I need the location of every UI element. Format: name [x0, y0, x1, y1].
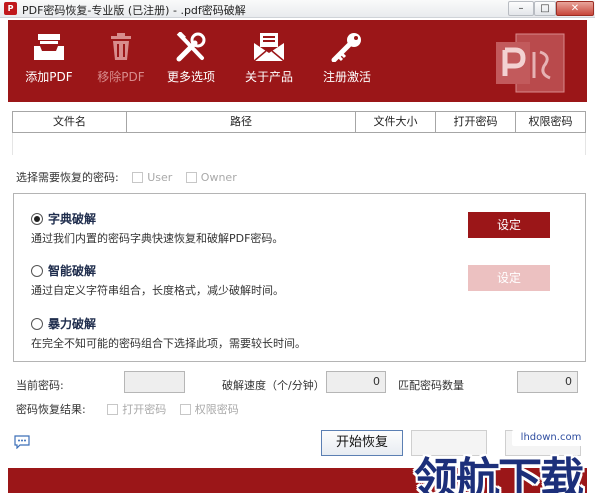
file-table-body[interactable]: [12, 133, 586, 155]
tools-icon: [176, 32, 206, 62]
recover-select-row: 选择需要恢复的密码: User Owner: [16, 169, 237, 185]
owner-checkbox[interactable]: Owner: [185, 171, 237, 184]
watermark: lhdown.com 领航下载: [414, 430, 595, 493]
add-pdf-button[interactable]: 添加PDF: [16, 32, 82, 85]
key-icon: [331, 33, 361, 62]
trash-icon: [111, 33, 131, 60]
owner-checkbox-box[interactable]: [185, 172, 197, 183]
dictionary-settings-button[interactable]: 设定: [468, 212, 550, 238]
current-password-field: [124, 371, 185, 393]
column-header-filename[interactable]: 文件名: [13, 112, 127, 132]
remove-pdf-button[interactable]: 移除PDF: [88, 32, 154, 85]
smart-radio-dot[interactable]: [31, 265, 43, 277]
result-open-password-checkbox[interactable]: 打开密码: [107, 403, 166, 416]
pdf-logo-icon: [496, 33, 565, 93]
column-header-filesize[interactable]: 文件大小: [356, 112, 436, 132]
result-open-label: 打开密码: [122, 403, 167, 416]
start-recovery-button[interactable]: 开始恢复: [321, 430, 403, 456]
smart-settings-button[interactable]: 设定: [468, 265, 550, 291]
file-table-header: 文件名 路径 文件大小 打开密码 权限密码: [12, 111, 586, 133]
watermark-text: 领航下载: [414, 454, 584, 493]
brute-mode-radio[interactable]: 暴力破解: [31, 315, 96, 332]
smart-mode-desc: 通过自定义字符串组合，长度格式，减少破解时间。: [31, 284, 284, 297]
column-header-open-password[interactable]: 打开密码: [436, 112, 516, 132]
more-options-button[interactable]: 更多选项: [158, 32, 224, 85]
brute-mode-title: 暴力破解: [48, 317, 97, 331]
result-perm-label: 权限密码: [194, 403, 239, 416]
register-label: 注册激活: [322, 70, 371, 84]
brute-radio-dot[interactable]: [31, 318, 43, 330]
current-password-label: 当前密码:: [16, 379, 64, 392]
minimize-button[interactable]: –: [508, 1, 534, 16]
about-label: 关于产品: [244, 70, 293, 84]
smart-mode-title: 智能破解: [48, 264, 97, 278]
more-options-label: 更多选项: [166, 70, 215, 84]
dictionary-mode-desc: 通过我们内置的密码字典快速恢复和破解PDF密码。: [31, 232, 284, 245]
inbox-tray-icon: [34, 34, 64, 60]
user-checkbox[interactable]: User: [132, 171, 172, 184]
window-title: PDF密码恢复-专业版 (已注册) - .pdf密码破解: [22, 4, 246, 17]
owner-checkbox-label: Owner: [200, 171, 237, 184]
maximize-button[interactable]: □: [534, 1, 556, 16]
recover-select-label: 选择需要恢复的密码:: [16, 171, 119, 184]
column-header-path[interactable]: 路径: [127, 112, 356, 132]
remove-pdf-label: 移除PDF: [97, 70, 145, 84]
app-pdf-icon: P: [4, 2, 17, 15]
column-header-permission-password[interactable]: 权限密码: [516, 112, 585, 132]
attack-mode-panel: 字典破解 通过我们内置的密码字典快速恢复和破解PDF密码。 设定 智能破解 通过…: [13, 193, 586, 362]
add-pdf-label: 添加PDF: [25, 70, 73, 84]
brute-mode-desc: 在完全不知可能的密码组合下选择此项，需要较长时间。: [31, 337, 306, 350]
user-checkbox-label: User: [147, 171, 173, 184]
dictionary-mode-radio[interactable]: 字典破解: [31, 210, 96, 227]
close-button[interactable]: ✕: [556, 1, 594, 16]
result-row: 密码恢复结果: 打开密码 权限密码: [16, 401, 239, 417]
toolbar: 添加PDF 移除PDF 更多选项 关于产品 注册激活: [8, 20, 587, 102]
about-button[interactable]: 关于产品: [236, 32, 302, 85]
chat-bubble-icon[interactable]: [14, 435, 30, 449]
result-perm-checkbox-box[interactable]: [179, 404, 191, 415]
speed-field: 0: [326, 371, 386, 393]
result-permission-password-checkbox[interactable]: 权限密码: [179, 403, 239, 416]
speed-label: 破解速度（个/分钟）: [222, 379, 325, 392]
result-open-checkbox-box[interactable]: [107, 404, 119, 415]
envelope-icon: [253, 33, 285, 62]
user-checkbox-box[interactable]: [132, 172, 144, 183]
smart-mode-radio[interactable]: 智能破解: [31, 262, 96, 279]
title-bar: P PDF密码恢复-专业版 (已注册) - .pdf密码破解 – □ ✕: [0, 0, 595, 18]
register-button[interactable]: 注册激活: [314, 32, 380, 85]
match-count-field: 0: [517, 371, 578, 393]
result-label: 密码恢复结果:: [16, 403, 86, 416]
match-count-label: 匹配密码数量: [398, 379, 464, 392]
dictionary-mode-title: 字典破解: [48, 212, 97, 226]
dictionary-radio-dot[interactable]: [31, 213, 43, 225]
